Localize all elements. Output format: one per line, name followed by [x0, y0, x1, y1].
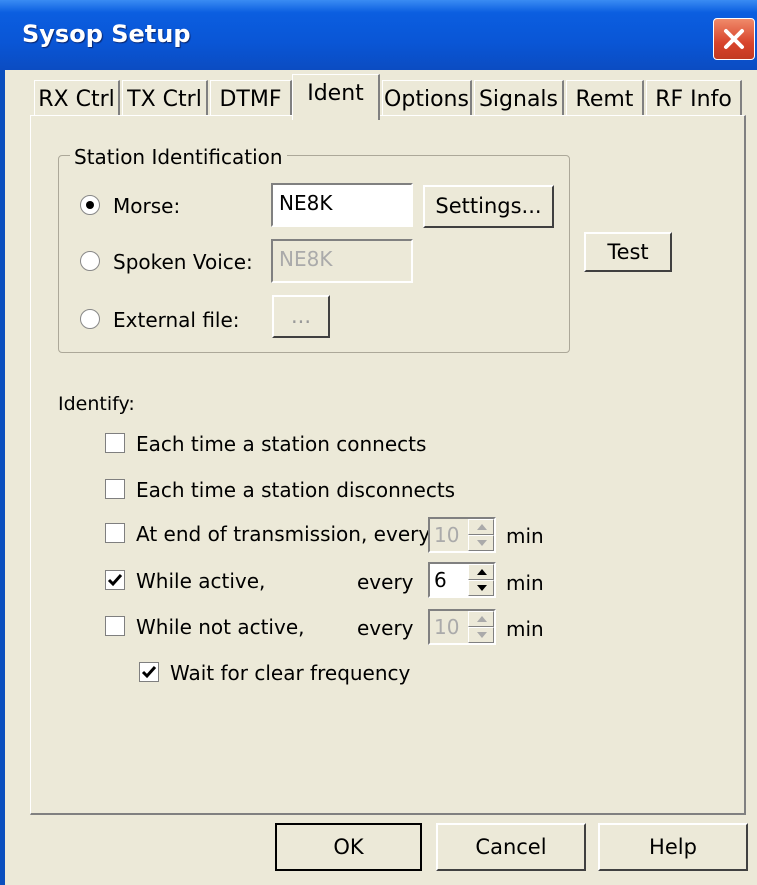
settings-button[interactable]: Settings... — [423, 185, 554, 228]
while-not-active-unit: min — [506, 617, 544, 641]
end-transmission-checkbox[interactable] — [105, 523, 125, 543]
tab-signals[interactable]: Signals — [474, 80, 564, 120]
while-active-unit: min — [506, 571, 544, 595]
tab-rf-info[interactable]: RF Info — [646, 80, 742, 120]
morse-radio[interactable] — [80, 195, 100, 215]
spinner-value[interactable]: 6 — [434, 568, 447, 592]
group-title: Station Identification — [70, 145, 287, 169]
while-active-checkbox[interactable] — [105, 570, 125, 590]
spinner-up-button[interactable] — [468, 564, 494, 580]
each-disconnect-checkbox[interactable] — [105, 479, 125, 499]
tab-rx-ctrl[interactable]: RX Ctrl — [34, 80, 120, 120]
each-connect-label: Each time a station connects — [136, 432, 427, 456]
spinner-up-button — [468, 519, 494, 535]
end-transmission-spinner: 10 — [428, 517, 496, 553]
morse-text-field[interactable]: NE8K — [271, 183, 413, 227]
identify-heading: Identify: — [58, 393, 135, 415]
ok-button[interactable]: OK — [275, 823, 422, 871]
checkmark-icon — [107, 574, 123, 587]
browse-file-button: ... — [272, 295, 330, 338]
while-not-active-spinner: 10 — [428, 609, 496, 645]
tab-options[interactable]: Options — [382, 80, 472, 120]
spinner-down-button — [468, 627, 494, 643]
while-active-every-label: every — [357, 570, 414, 594]
spinner-down-button[interactable] — [468, 580, 494, 596]
while-active-label: While active, — [136, 569, 266, 593]
end-transmission-label: At end of transmission, every — [136, 522, 431, 546]
spoken-voice-radio[interactable] — [80, 251, 100, 271]
wait-clear-frequency-label: Wait for clear frequency — [170, 661, 411, 685]
end-transmission-unit: min — [506, 524, 544, 548]
sysop-setup-window: Sysop Setup RX Ctrl TX Ctrl DTMF Ident O… — [0, 0, 757, 885]
spinner-value: 10 — [434, 523, 460, 547]
external-file-label: External file: — [113, 308, 240, 332]
each-disconnect-label: Each time a station disconnects — [136, 478, 456, 502]
each-connect-checkbox[interactable] — [105, 433, 125, 453]
tab-dtmf[interactable]: DTMF — [210, 80, 292, 120]
wait-clear-frequency-checkbox[interactable] — [139, 662, 159, 682]
cancel-button[interactable]: Cancel — [436, 823, 586, 871]
morse-label: Morse: — [113, 194, 181, 218]
spinner-value: 10 — [434, 615, 460, 639]
while-not-active-checkbox[interactable] — [105, 616, 125, 636]
spinner-up-button — [468, 611, 494, 627]
checkmark-icon — [141, 666, 157, 679]
while-not-active-label: While not active, — [136, 615, 305, 639]
tab-tx-ctrl[interactable]: TX Ctrl — [122, 80, 208, 120]
tab-ident[interactable]: Ident — [292, 74, 380, 120]
while-not-active-every-label: every — [357, 616, 414, 640]
close-icon — [724, 29, 744, 49]
help-button[interactable]: Help — [598, 823, 748, 871]
external-file-radio[interactable] — [80, 309, 100, 329]
close-button[interactable] — [713, 18, 755, 60]
spoken-voice-label: Spoken Voice: — [113, 250, 253, 274]
title-bar[interactable]: Sysop Setup — [0, 0, 757, 70]
spoken-voice-text-field: NE8K — [271, 239, 413, 283]
tab-remt[interactable]: Remt — [566, 80, 644, 120]
test-button[interactable]: Test — [584, 232, 672, 272]
spinner-down-button — [468, 535, 494, 551]
while-active-spinner[interactable]: 6 — [428, 562, 496, 598]
window-title: Sysop Setup — [22, 20, 191, 48]
